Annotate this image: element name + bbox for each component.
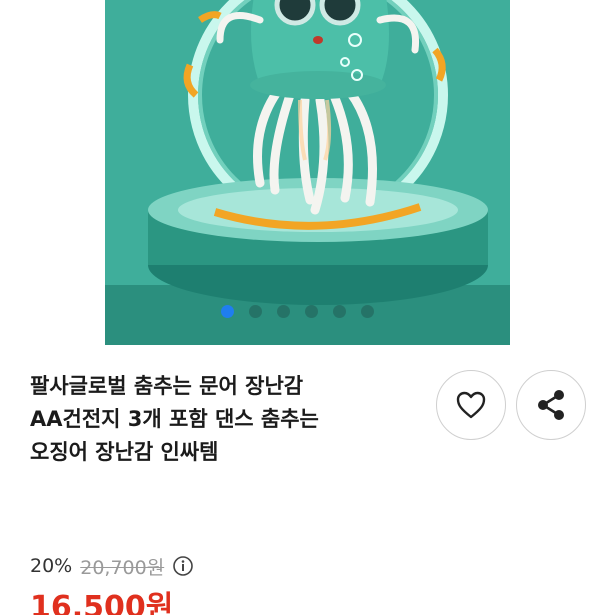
carousel-dot[interactable] — [361, 305, 374, 318]
info-icon[interactable] — [172, 555, 194, 577]
product-image — [105, 0, 510, 345]
product-title: 팔사글로벌 춤추는 문어 장난감 AA건전지 3개 포함 댄스 춤추는 오징어 … — [30, 370, 430, 469]
carousel-dot[interactable] — [277, 305, 290, 318]
carousel-dot[interactable] — [249, 305, 262, 318]
original-price: 20,700원 — [80, 556, 165, 579]
product-title-line: 팔사글로벌 춤추는 문어 장난감 — [30, 374, 304, 398]
discount-rate: 20% — [30, 555, 73, 577]
carousel-dot[interactable] — [333, 305, 346, 318]
carousel-dot[interactable] — [221, 305, 234, 318]
like-button[interactable] — [436, 370, 506, 440]
carousel-indicator — [105, 305, 510, 318]
product-title-line: 오징어 장난감 인싸템 — [30, 440, 219, 464]
share-icon — [538, 390, 564, 420]
product-image-carousel[interactable] — [105, 0, 510, 345]
heart-icon — [456, 391, 486, 419]
product-title-line: AA건전지 3개 포함 댄스 춤추는 — [30, 407, 319, 431]
share-button[interactable] — [516, 370, 586, 440]
sale-price: 16,500원 — [30, 590, 174, 615]
price-discount-row: 20% 20,700원 — [30, 552, 194, 580]
carousel-dot[interactable] — [305, 305, 318, 318]
